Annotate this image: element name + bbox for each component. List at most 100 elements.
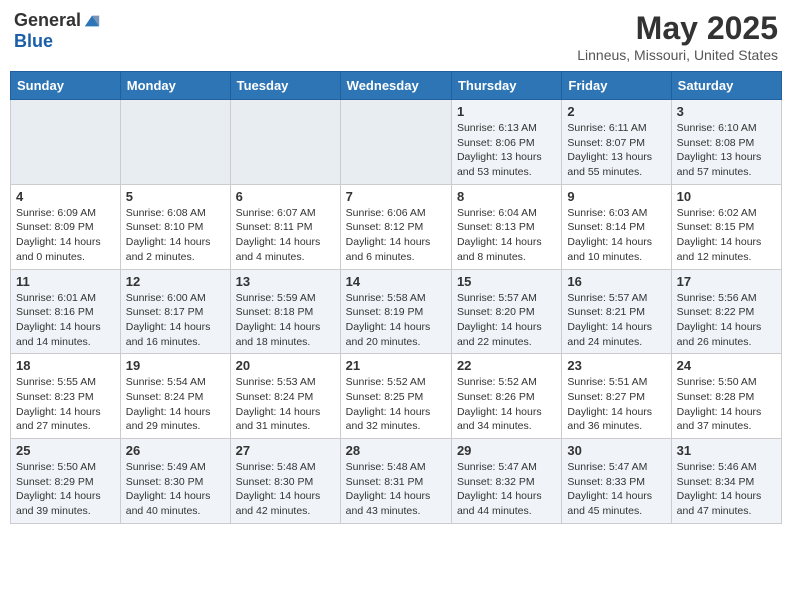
calendar-week-row: 18 Sunrise: 5:55 AM Sunset: 8:23 PM Dayli…	[11, 354, 782, 439]
calendar-cell: 25 Sunrise: 5:50 AM Sunset: 8:29 PM Dayli…	[11, 439, 121, 524]
calendar-week-row: 11 Sunrise: 6:01 AM Sunset: 8:16 PM Dayli…	[11, 269, 782, 354]
calendar-cell: 21 Sunrise: 5:52 AM Sunset: 8:25 PM Dayli…	[340, 354, 451, 439]
day-number: 27	[236, 443, 335, 458]
day-number: 3	[677, 104, 776, 119]
cell-text: Sunrise: 5:59 AM Sunset: 8:18 PM Dayligh…	[236, 291, 335, 350]
calendar-cell: 12 Sunrise: 6:00 AM Sunset: 8:17 PM Dayli…	[120, 269, 230, 354]
day-number: 25	[16, 443, 115, 458]
day-number: 10	[677, 189, 776, 204]
cell-text: Sunrise: 5:53 AM Sunset: 8:24 PM Dayligh…	[236, 375, 335, 434]
day-number: 18	[16, 358, 115, 373]
cell-text: Sunrise: 6:00 AM Sunset: 8:17 PM Dayligh…	[126, 291, 225, 350]
cell-text: Sunrise: 5:56 AM Sunset: 8:22 PM Dayligh…	[677, 291, 776, 350]
cell-text: Sunrise: 5:47 AM Sunset: 8:33 PM Dayligh…	[567, 460, 665, 519]
day-number: 19	[126, 358, 225, 373]
day-number: 13	[236, 274, 335, 289]
day-number: 21	[346, 358, 446, 373]
day-number: 2	[567, 104, 665, 119]
day-number: 24	[677, 358, 776, 373]
calendar-cell: 22 Sunrise: 5:52 AM Sunset: 8:26 PM Dayli…	[451, 354, 561, 439]
cell-text: Sunrise: 5:54 AM Sunset: 8:24 PM Dayligh…	[126, 375, 225, 434]
calendar-cell: 9 Sunrise: 6:03 AM Sunset: 8:14 PM Daylig…	[562, 184, 671, 269]
calendar-cell: 6 Sunrise: 6:07 AM Sunset: 8:11 PM Daylig…	[230, 184, 340, 269]
cell-text: Sunrise: 5:50 AM Sunset: 8:29 PM Dayligh…	[16, 460, 115, 519]
cell-text: Sunrise: 6:03 AM Sunset: 8:14 PM Dayligh…	[567, 206, 665, 265]
calendar-cell: 28 Sunrise: 5:48 AM Sunset: 8:31 PM Dayli…	[340, 439, 451, 524]
calendar-cell: 19 Sunrise: 5:54 AM Sunset: 8:24 PM Dayli…	[120, 354, 230, 439]
day-number: 22	[457, 358, 556, 373]
calendar-cell: 5 Sunrise: 6:08 AM Sunset: 8:10 PM Daylig…	[120, 184, 230, 269]
logo: General Blue	[14, 10, 101, 52]
cell-text: Sunrise: 5:50 AM Sunset: 8:28 PM Dayligh…	[677, 375, 776, 434]
month-title: May 2025	[577, 10, 778, 47]
day-number: 15	[457, 274, 556, 289]
calendar-cell: 2 Sunrise: 6:11 AM Sunset: 8:07 PM Daylig…	[562, 100, 671, 185]
header-wednesday: Wednesday	[340, 72, 451, 100]
cell-text: Sunrise: 5:57 AM Sunset: 8:21 PM Dayligh…	[567, 291, 665, 350]
calendar-cell: 3Sunrise: 6:10 AM Sunset: 8:08 PM Daylig…	[671, 100, 781, 185]
cell-text: Sunrise: 6:13 AM Sunset: 8:06 PM Dayligh…	[457, 121, 556, 180]
cell-text: Sunrise: 6:11 AM Sunset: 8:07 PM Dayligh…	[567, 121, 665, 180]
calendar-cell: 30 Sunrise: 5:47 AM Sunset: 8:33 PM Dayli…	[562, 439, 671, 524]
day-number: 1	[457, 104, 556, 119]
cell-text: Sunrise: 6:04 AM Sunset: 8:13 PM Dayligh…	[457, 206, 556, 265]
calendar-cell: 15 Sunrise: 5:57 AM Sunset: 8:20 PM Dayli…	[451, 269, 561, 354]
calendar-cell: 16 Sunrise: 5:57 AM Sunset: 8:21 PM Dayli…	[562, 269, 671, 354]
cell-text: Sunrise: 5:52 AM Sunset: 8:26 PM Dayligh…	[457, 375, 556, 434]
logo-general-text: General	[14, 10, 81, 31]
day-number: 12	[126, 274, 225, 289]
cell-text: Sunrise: 6:08 AM Sunset: 8:10 PM Dayligh…	[126, 206, 225, 265]
cell-text: Sunrise: 5:46 AM Sunset: 8:34 PM Dayligh…	[677, 460, 776, 519]
day-number: 30	[567, 443, 665, 458]
cell-text: Sunrise: 5:47 AM Sunset: 8:32 PM Dayligh…	[457, 460, 556, 519]
day-number: 31	[677, 443, 776, 458]
header-thursday: Thursday	[451, 72, 561, 100]
calendar-cell	[230, 100, 340, 185]
cell-text: Sunrise: 6:09 AM Sunset: 8:09 PM Dayligh…	[16, 206, 115, 265]
cell-text: Sunrise: 6:02 AM Sunset: 8:15 PM Dayligh…	[677, 206, 776, 265]
cell-text: Sunrise: 6:07 AM Sunset: 8:11 PM Dayligh…	[236, 206, 335, 265]
calendar-cell: 7Sunrise: 6:06 AM Sunset: 8:12 PM Daylig…	[340, 184, 451, 269]
day-number: 14	[346, 274, 446, 289]
day-number: 6	[236, 189, 335, 204]
day-number: 16	[567, 274, 665, 289]
cell-text: Sunrise: 5:48 AM Sunset: 8:31 PM Dayligh…	[346, 460, 446, 519]
calendar-cell: 11 Sunrise: 6:01 AM Sunset: 8:16 PM Dayli…	[11, 269, 121, 354]
page-header: General Blue May 2025 Linneus, Missouri,…	[10, 10, 782, 63]
header-sunday: Sunday	[11, 72, 121, 100]
calendar-cell: 29 Sunrise: 5:47 AM Sunset: 8:32 PM Dayli…	[451, 439, 561, 524]
day-number: 17	[677, 274, 776, 289]
calendar-cell: 17 Sunrise: 5:56 AM Sunset: 8:22 PM Dayli…	[671, 269, 781, 354]
calendar-cell	[340, 100, 451, 185]
calendar-cell: 1 Sunrise: 6:13 AM Sunset: 8:06 PM Daylig…	[451, 100, 561, 185]
cell-text: Sunrise: 6:01 AM Sunset: 8:16 PM Dayligh…	[16, 291, 115, 350]
day-number: 4	[16, 189, 115, 204]
calendar-cell: 13 Sunrise: 5:59 AM Sunset: 8:18 PM Dayli…	[230, 269, 340, 354]
cell-text: Sunrise: 6:06 AM Sunset: 8:12 PM Dayligh…	[346, 206, 446, 265]
cell-text: Sunrise: 5:48 AM Sunset: 8:30 PM Dayligh…	[236, 460, 335, 519]
day-number: 28	[346, 443, 446, 458]
cell-text: Sunrise: 5:57 AM Sunset: 8:20 PM Dayligh…	[457, 291, 556, 350]
calendar-cell: 8 Sunrise: 6:04 AM Sunset: 8:13 PM Daylig…	[451, 184, 561, 269]
cell-text: Sunrise: 5:55 AM Sunset: 8:23 PM Dayligh…	[16, 375, 115, 434]
day-number: 11	[16, 274, 115, 289]
calendar-cell: 31 Sunrise: 5:46 AM Sunset: 8:34 PM Dayli…	[671, 439, 781, 524]
calendar-table: Sunday Monday Tuesday Wednesday Thursday…	[10, 71, 782, 524]
cell-text: Sunrise: 5:52 AM Sunset: 8:25 PM Dayligh…	[346, 375, 446, 434]
logo-icon	[83, 12, 101, 30]
calendar-header-row: Sunday Monday Tuesday Wednesday Thursday…	[11, 72, 782, 100]
day-number: 8	[457, 189, 556, 204]
calendar-week-row: 1 Sunrise: 6:13 AM Sunset: 8:06 PM Daylig…	[11, 100, 782, 185]
calendar-cell: 18 Sunrise: 5:55 AM Sunset: 8:23 PM Dayli…	[11, 354, 121, 439]
calendar-cell: 24 Sunrise: 5:50 AM Sunset: 8:28 PM Dayli…	[671, 354, 781, 439]
calendar-week-row: 4 Sunrise: 6:09 AM Sunset: 8:09 PM Daylig…	[11, 184, 782, 269]
day-number: 5	[126, 189, 225, 204]
logo-blue-text: Blue	[14, 31, 53, 52]
header-tuesday: Tuesday	[230, 72, 340, 100]
day-number: 29	[457, 443, 556, 458]
calendar-week-row: 25 Sunrise: 5:50 AM Sunset: 8:29 PM Dayli…	[11, 439, 782, 524]
cell-text: Sunrise: 5:51 AM Sunset: 8:27 PM Dayligh…	[567, 375, 665, 434]
header-saturday: Saturday	[671, 72, 781, 100]
day-number: 9	[567, 189, 665, 204]
calendar-cell: 20Sunrise: 5:53 AM Sunset: 8:24 PM Dayli…	[230, 354, 340, 439]
